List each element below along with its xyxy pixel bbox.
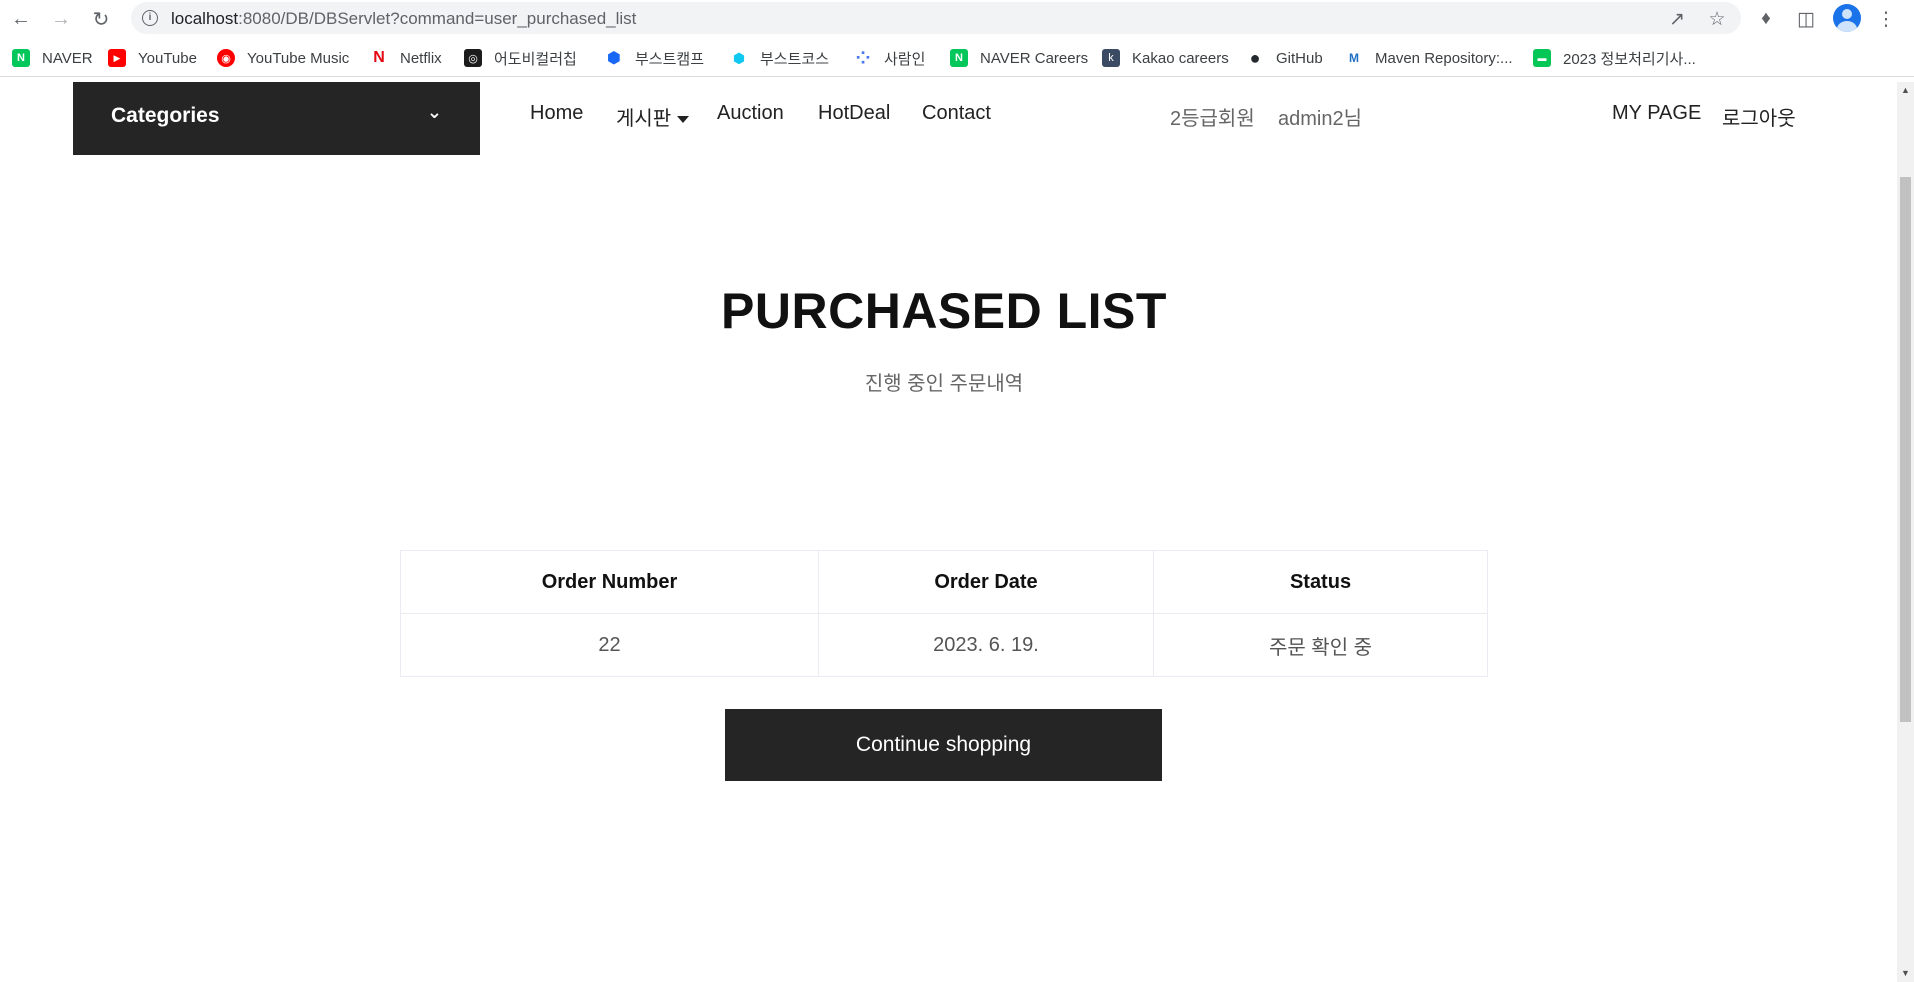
url-host: localhost xyxy=(171,9,239,28)
bookmark-youtube-music[interactable]: ◉ YouTube Music xyxy=(217,48,349,68)
orders-table: Order Number Order Date Status 22 2023. … xyxy=(400,550,1488,677)
bookmark-youtube[interactable]: ▶ YouTube xyxy=(108,48,197,68)
logout-link[interactable]: 로그아웃 xyxy=(1722,102,1796,131)
bookmark-naver-careers[interactable]: N NAVER Careers xyxy=(950,48,1088,68)
bookmark-kakao-careers[interactable]: k Kakao careers xyxy=(1102,48,1229,68)
header-order-number: Order Number xyxy=(400,550,819,614)
cell-order-number: 22 xyxy=(400,613,819,677)
bookmark-netflix[interactable]: N Netflix xyxy=(370,48,442,68)
bookmark-saramin[interactable]: ⁘ 사람인 xyxy=(854,48,925,68)
bookmark-star-icon[interactable]: ☆ xyxy=(1706,8,1728,30)
chevron-down-icon: ⌄ xyxy=(426,102,442,122)
cell-order-date: 2023. 6. 19. xyxy=(818,613,1154,677)
continue-shopping-button[interactable]: Continue shopping xyxy=(725,709,1162,781)
categories-dropdown[interactable]: Categories ⌄ xyxy=(73,82,480,155)
bookmark-label: 부스트코스 xyxy=(760,50,830,68)
bookmark-label: NAVER xyxy=(42,49,93,67)
browser-toolbar: ← → ↻ i localhost:8080/DB/DBServlet?comm… xyxy=(0,0,1914,37)
table-row: 22 2023. 6. 19. 주문 확인 중 xyxy=(400,613,1488,677)
bookmark-boostcourse[interactable]: ⬢ 부스트코스 xyxy=(730,48,829,68)
caret-down-icon xyxy=(677,116,690,124)
netflix-icon: N xyxy=(370,49,388,67)
username: admin2님 xyxy=(1278,108,1362,130)
bookmark-line[interactable]: ▬ 2023 정보처리기사... xyxy=(1533,48,1696,68)
bookmark-label: 부스트캠프 xyxy=(635,50,705,68)
boostcamp-icon: ⬢ xyxy=(605,49,623,67)
member-grade: 2등급회원 xyxy=(1170,108,1255,130)
nav-hotdeal[interactable]: HotDeal xyxy=(818,102,890,125)
github-icon: ● xyxy=(1246,48,1264,68)
bookmark-label: YouTube Music xyxy=(247,49,350,67)
bookmark-label: Maven Repository:... xyxy=(1375,49,1513,67)
scroll-down-icon[interactable]: ▼ xyxy=(1897,965,1914,982)
extensions-puzzle-icon[interactable]: ♦ xyxy=(1753,6,1779,32)
bookmark-label: Kakao careers xyxy=(1132,49,1229,67)
my-page-link[interactable]: MY PAGE xyxy=(1612,102,1701,125)
kakao-careers-icon: k xyxy=(1102,49,1120,67)
bookmark-label: GitHub xyxy=(1276,49,1323,67)
header-status: Status xyxy=(1153,550,1488,614)
bookmark-label: YouTube xyxy=(138,49,197,67)
share-icon[interactable]: ↗ xyxy=(1666,8,1688,30)
naver-careers-icon: N xyxy=(950,49,968,67)
boostcourse-icon: ⬢ xyxy=(730,49,748,67)
nav-board[interactable]: 게시판 xyxy=(616,102,690,131)
bookmark-label: 어도비컬러칩 xyxy=(494,50,577,68)
bookmark-github[interactable]: ● GitHub xyxy=(1246,48,1323,68)
bookmark-label: 2023 정보처리기사... xyxy=(1563,50,1696,68)
header-order-date: Order Date xyxy=(818,550,1154,614)
categories-label: Categories xyxy=(111,104,220,127)
bookmarks-bar: N NAVER ▶ YouTube ◉ YouTube Music N Netflix … xyxy=(0,40,1914,77)
naver-icon: N xyxy=(12,49,30,67)
bookmark-adobe-color[interactable]: ◎ 어도비컬러칩 xyxy=(464,48,577,68)
forward-arrow-icon[interactable]: → xyxy=(48,6,74,32)
back-arrow-icon[interactable]: ← xyxy=(8,6,34,32)
url-path: :8080/DB/DBServlet?command=user_purchase… xyxy=(238,9,637,28)
nav-auction[interactable]: Auction xyxy=(717,102,784,125)
page-scrollbar[interactable]: ▲ ▼ xyxy=(1897,82,1914,982)
reload-icon[interactable]: ↻ xyxy=(88,6,114,32)
bookmark-boostcamp[interactable]: ⬢ 부스트캠프 xyxy=(605,48,704,68)
scroll-up-icon[interactable]: ▲ xyxy=(1897,82,1914,99)
page-subtitle: 진행 중인 주문내역 xyxy=(864,373,1024,395)
youtube-icon: ▶ xyxy=(108,49,126,67)
nav-home[interactable]: Home xyxy=(530,102,583,125)
bookmark-label: NAVER Careers xyxy=(980,49,1089,67)
cell-status: 주문 확인 중 xyxy=(1153,613,1488,677)
adobe-color-icon: ◎ xyxy=(464,49,482,67)
address-bar[interactable]: i localhost:8080/DB/DBServlet?command=us… xyxy=(131,2,1741,34)
site-info-icon[interactable]: i xyxy=(142,10,158,26)
side-panel-icon[interactable]: ◫ xyxy=(1793,6,1819,32)
nav-contact[interactable]: Contact xyxy=(922,102,991,125)
page-content: Categories ⌄ Home 게시판 Auction HotDeal Co… xyxy=(0,82,1897,982)
nav-board-label: 게시판 xyxy=(616,108,672,130)
table-header-row: Order Number Order Date Status xyxy=(400,550,1488,614)
line-icon: ▬ xyxy=(1533,49,1551,67)
bookmark-naver[interactable]: N NAVER xyxy=(12,48,93,68)
bookmark-label: 사람인 xyxy=(884,50,926,68)
bookmark-label: Netflix xyxy=(400,49,442,67)
scrollbar-thumb[interactable] xyxy=(1900,177,1911,722)
bookmark-maven[interactable]: M Maven Repository:... xyxy=(1345,48,1513,68)
saramin-icon: ⁘ xyxy=(854,47,872,68)
youtube-music-icon: ◉ xyxy=(217,49,235,67)
maven-icon: M xyxy=(1345,49,1363,67)
url-text[interactable]: localhost:8080/DB/DBServlet?command=user… xyxy=(171,9,636,29)
profile-avatar-icon[interactable] xyxy=(1833,4,1861,32)
browser-menu-icon[interactable]: ⋮ xyxy=(1873,6,1899,32)
page-title: PURCHASED LIST xyxy=(721,283,1167,339)
